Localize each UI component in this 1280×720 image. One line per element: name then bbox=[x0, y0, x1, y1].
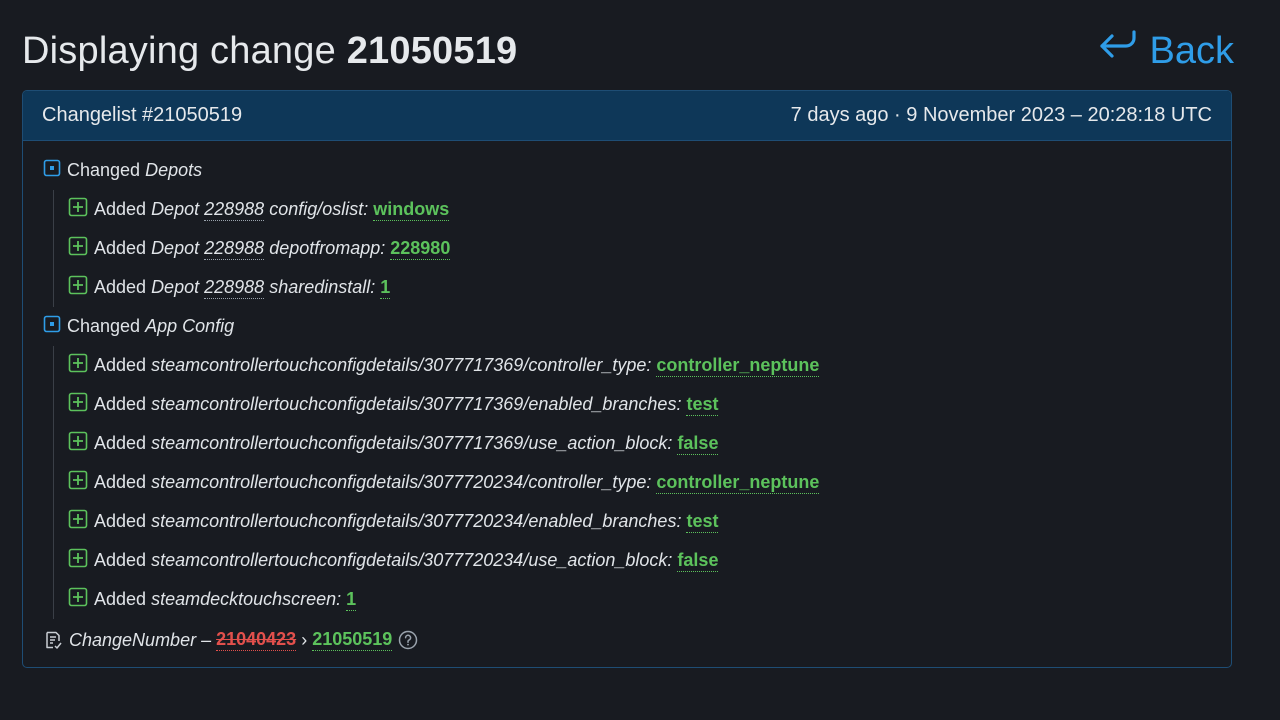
document-edit-icon bbox=[43, 630, 63, 650]
list-item: Added Depot 228988 sharedinstall: 1 bbox=[68, 268, 1231, 307]
group-name: Depots bbox=[145, 160, 203, 180]
back-link[interactable]: Back bbox=[1098, 26, 1234, 76]
group-title[interactable]: Changed App Config bbox=[23, 307, 1231, 346]
item-action: Added bbox=[94, 355, 147, 375]
item-value[interactable]: false bbox=[677, 550, 719, 572]
item-key: steamcontrollertouchconfigdetails/307772… bbox=[151, 472, 652, 492]
item-key: steamdecktouchscreen: bbox=[151, 589, 342, 609]
item-value[interactable]: false bbox=[677, 433, 719, 455]
plus-box-icon bbox=[68, 509, 88, 534]
item-key: sharedinstall: bbox=[269, 277, 376, 297]
page-title-prefix: Displaying change bbox=[22, 29, 336, 72]
item-value[interactable]: 228980 bbox=[390, 238, 451, 260]
changelist-title: Changelist #21050519 bbox=[42, 104, 243, 126]
item-action: Added bbox=[94, 394, 147, 414]
item-key: steamcontrollertouchconfigdetails/307771… bbox=[151, 433, 673, 453]
plus-box-icon bbox=[68, 275, 88, 300]
item-action: Added bbox=[94, 550, 147, 570]
list-item: Added Depot 228988 depotfromapp: 228980 bbox=[68, 229, 1231, 268]
item-key: config/oslist: bbox=[269, 199, 369, 219]
item-kind: Depot bbox=[151, 199, 200, 219]
item-value[interactable]: 1 bbox=[380, 277, 391, 299]
collapse-box-icon[interactable] bbox=[43, 315, 61, 338]
change-arrow: › bbox=[301, 629, 308, 650]
plus-box-icon bbox=[68, 392, 88, 417]
plus-box-icon bbox=[68, 197, 88, 222]
plus-box-icon bbox=[68, 548, 88, 573]
change-number-label: ChangeNumber – bbox=[69, 629, 212, 650]
old-change-number[interactable]: 21040423 bbox=[216, 629, 297, 651]
group-app-config: Changed App Config Added steamcontroller… bbox=[23, 307, 1231, 619]
group-action: Changed bbox=[67, 160, 141, 180]
group-name: App Config bbox=[145, 316, 235, 336]
item-action: Added bbox=[94, 511, 147, 531]
item-action: Added bbox=[94, 277, 147, 297]
question-circle-icon[interactable] bbox=[398, 630, 418, 650]
item-key: steamcontrollertouchconfigdetails/307771… bbox=[151, 355, 652, 375]
item-key: depotfromapp: bbox=[269, 238, 386, 258]
plus-box-icon bbox=[68, 431, 88, 456]
back-arrow-icon bbox=[1098, 26, 1138, 76]
item-value[interactable]: test bbox=[686, 511, 719, 533]
list-item: Added Depot 228988 config/oslist: window… bbox=[68, 190, 1231, 229]
item-action: Added bbox=[94, 199, 147, 219]
page-title-number: 21050519 bbox=[346, 29, 518, 72]
item-action: Added bbox=[94, 589, 147, 609]
change-number-row: ChangeNumber – 21040423 › 21050519 bbox=[23, 621, 1231, 659]
group-items: Added Depot 228988 config/oslist: window… bbox=[53, 190, 1231, 307]
list-item: Added steamdecktouchscreen: 1 bbox=[68, 580, 1231, 619]
depot-id[interactable]: 228988 bbox=[204, 238, 265, 260]
list-item: Added steamcontrollertouchconfigdetails/… bbox=[68, 385, 1231, 424]
back-label: Back bbox=[1149, 29, 1234, 72]
page-title: Displaying change 21050519 bbox=[22, 30, 517, 73]
page-header: Displaying change 21050519 Back bbox=[22, 26, 1234, 76]
new-change-number[interactable]: 21050519 bbox=[312, 629, 393, 651]
group-items: Added steamcontrollertouchconfigdetails/… bbox=[53, 346, 1231, 619]
list-item: Added steamcontrollertouchconfigdetails/… bbox=[68, 541, 1231, 580]
item-key: steamcontrollertouchconfigdetails/307772… bbox=[151, 511, 682, 531]
panel-header: Changelist #21050519 7 days ago · 9 Nove… bbox=[23, 91, 1231, 141]
plus-box-icon bbox=[68, 470, 88, 495]
plus-box-icon bbox=[68, 587, 88, 612]
group-title[interactable]: Changed Depots bbox=[23, 151, 1231, 190]
item-value[interactable]: test bbox=[686, 394, 719, 416]
changelist-panel: Changelist #21050519 7 days ago · 9 Nove… bbox=[22, 90, 1232, 668]
group-action: Changed bbox=[67, 316, 141, 336]
item-key: steamcontrollertouchconfigdetails/307772… bbox=[151, 550, 673, 570]
plus-box-icon bbox=[68, 353, 88, 378]
list-item: Added steamcontrollertouchconfigdetails/… bbox=[68, 346, 1231, 385]
item-action: Added bbox=[94, 472, 147, 492]
depot-id[interactable]: 228988 bbox=[204, 199, 265, 221]
changelist-date: 7 days ago · 9 November 2023 – 20:28:18 … bbox=[790, 104, 1212, 126]
item-key: steamcontrollertouchconfigdetails/307771… bbox=[151, 394, 682, 414]
plus-box-icon bbox=[68, 236, 88, 261]
depot-id[interactable]: 228988 bbox=[204, 277, 265, 299]
list-item: Added steamcontrollertouchconfigdetails/… bbox=[68, 502, 1231, 541]
item-action: Added bbox=[94, 433, 147, 453]
item-value[interactable]: controller_neptune bbox=[656, 472, 820, 494]
item-value[interactable]: controller_neptune bbox=[656, 355, 820, 377]
item-kind: Depot bbox=[151, 238, 200, 258]
list-item: Added steamcontrollertouchconfigdetails/… bbox=[68, 424, 1231, 463]
item-kind: Depot bbox=[151, 277, 200, 297]
item-value[interactable]: windows bbox=[373, 199, 450, 221]
group-depots: Changed Depots Added Depot 228988 config… bbox=[23, 151, 1231, 307]
panel-body: Changed Depots Added Depot 228988 config… bbox=[23, 141, 1231, 659]
collapse-box-icon[interactable] bbox=[43, 159, 61, 182]
item-action: Added bbox=[94, 238, 147, 258]
list-item: Added steamcontrollertouchconfigdetails/… bbox=[68, 463, 1231, 502]
item-value[interactable]: 1 bbox=[346, 589, 357, 611]
